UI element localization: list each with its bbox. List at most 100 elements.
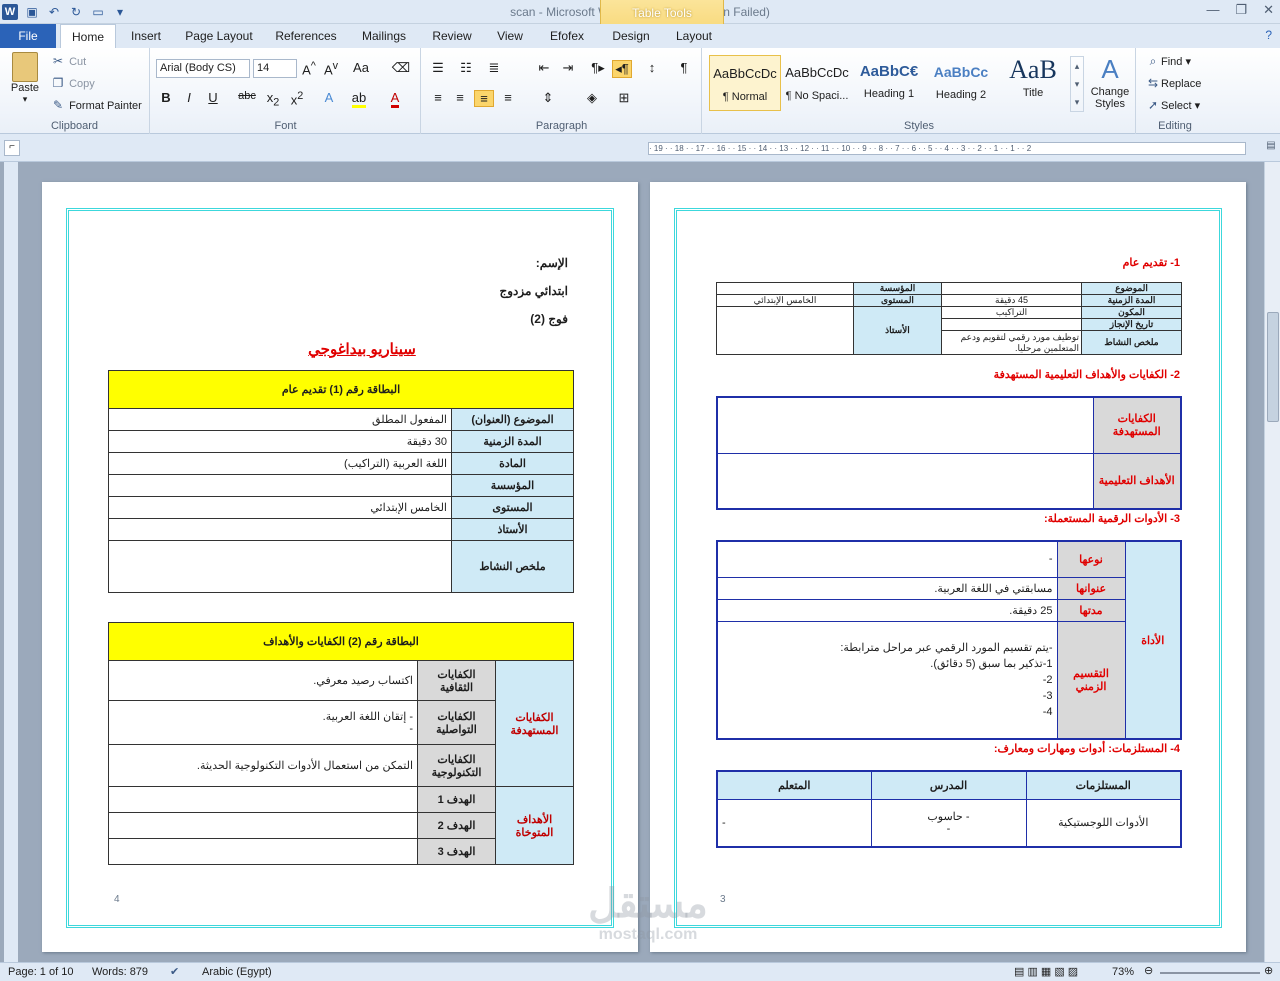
justify-icon[interactable]: ≡ — [498, 90, 518, 105]
tab-selector-icon[interactable]: ⌐ — [4, 140, 20, 156]
vertical-scrollbar[interactable] — [1264, 162, 1280, 962]
row-value[interactable]: الخامس الإبتدائي — [108, 496, 452, 519]
superscript-icon[interactable]: x2 — [287, 90, 307, 107]
page-count[interactable]: Page: 1 of 10 — [8, 966, 73, 978]
row-value[interactable] — [108, 540, 452, 593]
format-painter-button[interactable]: ✎ Format Painter — [50, 98, 142, 112]
row-value[interactable] — [941, 318, 1082, 331]
scroll-thumb[interactable] — [1267, 312, 1279, 422]
bullets-icon[interactable]: ☰ — [428, 60, 448, 76]
proofing-icon[interactable]: ✔ — [170, 965, 179, 978]
replace-button[interactable]: ⇆ Replace — [1145, 76, 1201, 90]
font-name-combo[interactable]: Arial (Body CS) — [156, 59, 250, 78]
shrink-font-icon[interactable]: Av — [321, 60, 341, 77]
row-value[interactable] — [716, 282, 854, 295]
style-normal[interactable]: AaBbCcDc ¶ Normal — [709, 55, 781, 111]
tab-design[interactable]: Design — [604, 24, 658, 48]
tab-review[interactable]: Review — [424, 24, 480, 48]
row-value[interactable]: 45 دقيقة — [941, 294, 1082, 307]
tab-page-layout[interactable]: Page Layout — [180, 24, 258, 48]
change-styles-button[interactable]: A Change Styles — [1088, 52, 1132, 110]
row-value[interactable]: - — [716, 540, 1058, 578]
ltr-icon[interactable]: ¶▸ — [588, 60, 608, 76]
align-left-icon[interactable]: ≡ — [428, 90, 448, 105]
row-value[interactable] — [108, 812, 418, 839]
horizontal-ruler[interactable]: · 19 · · 18 · · 17 · · 16 · · 15 · · 14 … — [648, 142, 1246, 155]
align-center-icon[interactable]: ≡ — [450, 90, 470, 105]
help-icon[interactable]: ? — [1265, 28, 1272, 42]
numbering-icon[interactable]: ☷ — [456, 60, 476, 76]
zoom-in-icon[interactable]: ⊕ — [1264, 964, 1273, 977]
restore-icon[interactable]: ❐ — [1235, 2, 1247, 18]
row-value[interactable]: 30 دقيقة — [108, 430, 452, 453]
row-value[interactable] — [108, 786, 418, 813]
find-button[interactable]: ⌕ Find ▾ — [1145, 54, 1191, 69]
row-value[interactable] — [716, 452, 1094, 510]
align-right-icon[interactable]: ≡ — [474, 90, 494, 107]
style-heading-1[interactable]: AaBbC€ Heading 1 — [853, 55, 925, 111]
tab-file[interactable]: File — [0, 24, 56, 48]
zoom-level[interactable]: 73% — [1112, 966, 1134, 978]
tab-home[interactable]: Home — [60, 24, 116, 48]
tab-efofex[interactable]: Efofex — [542, 24, 592, 48]
text-effects-icon[interactable]: A — [319, 90, 339, 105]
underline-icon[interactable]: U — [203, 90, 223, 105]
show-marks-icon[interactable]: ¶ — [674, 60, 694, 75]
row-value[interactable]: التراكيب — [941, 306, 1082, 319]
tab-mailings[interactable]: Mailings — [352, 24, 416, 48]
style-heading-2[interactable]: AaBbCc Heading 2 — [925, 55, 997, 111]
zoom-out-icon[interactable]: ⊖ — [1144, 964, 1153, 977]
shading-icon[interactable]: ◈ — [582, 90, 602, 106]
row-value[interactable]: اكتساب رصيد معرفي. — [108, 660, 418, 701]
rtl-icon[interactable]: ◂¶ — [612, 60, 632, 78]
row-value[interactable]: - حاسوب - — [870, 798, 1027, 848]
style-no-spacing[interactable]: AaBbCcDc ¶ No Spaci... — [781, 55, 853, 111]
row-value[interactable]: 25 دقيقة. — [716, 598, 1058, 622]
row-value[interactable] — [108, 518, 452, 541]
row-value[interactable]: - — [716, 798, 872, 848]
multilevel-list-icon[interactable]: ≣ — [484, 60, 504, 76]
row-value[interactable]: اللغة العربية (التراكيب) — [108, 452, 452, 475]
font-size-combo[interactable]: 14 — [253, 59, 297, 78]
row-value[interactable] — [941, 282, 1082, 295]
paste-button[interactable]: Paste ▾ — [8, 52, 42, 105]
style-title[interactable]: AaB Title — [997, 55, 1069, 111]
zoom-slider[interactable] — [1160, 972, 1260, 974]
row-value[interactable] — [716, 306, 854, 355]
view-ruler-icon[interactable]: ▤ — [1264, 140, 1278, 156]
row-value[interactable] — [108, 838, 418, 865]
tab-layout[interactable]: Layout — [666, 24, 722, 48]
sort-icon[interactable]: ↕ — [642, 60, 662, 75]
cut-button[interactable]: ✂ Cut — [50, 54, 86, 68]
row-value[interactable] — [716, 396, 1094, 454]
italic-icon[interactable]: I — [179, 90, 199, 105]
decrease-indent-icon[interactable]: ⇤ — [534, 60, 554, 76]
tab-insert[interactable]: Insert — [120, 24, 172, 48]
subscript-icon[interactable]: x2 — [263, 90, 283, 109]
change-case-icon[interactable]: Aa — [351, 60, 371, 75]
copy-button[interactable]: ❐ Copy — [50, 76, 95, 90]
strikethrough-icon[interactable]: abc — [237, 90, 257, 102]
row-value[interactable]: التمكن من استعمال الأدوات التكنولوجية ال… — [108, 744, 418, 787]
row-value[interactable]: مسابقتي في اللغة العربية. — [716, 576, 1058, 600]
bold-icon[interactable]: B — [156, 90, 176, 105]
row-value[interactable] — [108, 474, 452, 497]
tab-view[interactable]: View — [488, 24, 532, 48]
row-value[interactable]: -يتم تقسيم المورد الرقمي عبر مراحل متراب… — [716, 620, 1058, 740]
increase-indent-icon[interactable]: ⇥ — [558, 60, 578, 76]
row-value[interactable]: توظيف مورد رقمي لتقويم ودعم المتعلمين مر… — [941, 330, 1082, 355]
borders-icon[interactable]: ⊞ — [614, 90, 634, 106]
styles-scroll-icon[interactable]: ▴ ▾ ▾ — [1070, 56, 1084, 112]
row-value[interactable]: - إتقان اللغة العربية. - — [108, 700, 418, 745]
highlight-icon[interactable]: ab — [349, 90, 369, 108]
font-color-icon[interactable]: A — [385, 90, 405, 108]
view-buttons[interactable]: ▤ ▥ ▦ ▧ ▨ — [1014, 965, 1078, 978]
clear-formatting-icon[interactable]: ⌫ — [391, 60, 411, 76]
minimize-icon[interactable]: — — [1206, 2, 1219, 18]
word-count[interactable]: Words: 879 — [92, 966, 148, 978]
close-icon[interactable]: ✕ — [1263, 2, 1274, 18]
row-value[interactable]: الخامس الإبتدائي — [716, 294, 854, 307]
row-value[interactable]: المفعول المطلق — [108, 408, 452, 431]
tab-references[interactable]: References — [268, 24, 344, 48]
language[interactable]: Arabic (Egypt) — [202, 966, 272, 978]
